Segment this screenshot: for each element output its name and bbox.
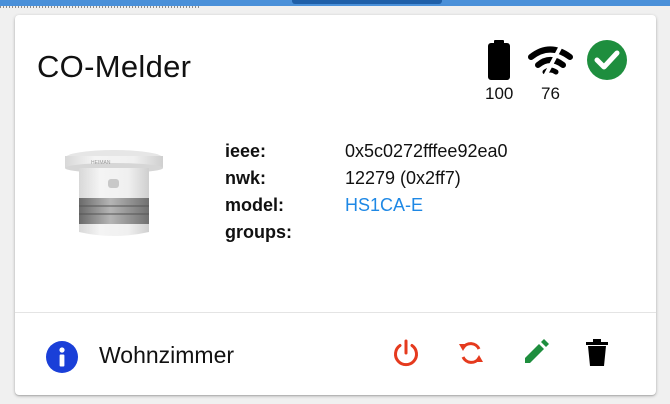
device-name: CO-Melder — [37, 49, 192, 84]
detail-row-nwk: nwk: 12279 (0x2ff7) — [225, 168, 508, 195]
detail-row-model: model: HS1CA-E — [225, 195, 508, 222]
online-status — [586, 39, 628, 81]
battery-full-icon — [488, 40, 510, 80]
rename-button[interactable] — [519, 337, 551, 369]
detail-key: groups: — [225, 222, 292, 242]
trash-icon — [586, 339, 608, 366]
power-icon — [394, 339, 418, 367]
detail-row-ieee: ieee: 0x5c0272fffee92ea0 — [225, 141, 508, 168]
sync-icon — [459, 342, 483, 364]
active-tab-indicator — [292, 0, 442, 4]
info-icon — [46, 341, 78, 373]
reconfigure-button[interactable] — [455, 337, 487, 369]
battery-value: 100 — [485, 84, 514, 103]
detail-row-groups: groups: — [225, 222, 508, 249]
window-top-bar — [0, 0, 670, 8]
pencil-icon — [525, 339, 549, 363]
wifi-signal-icon — [528, 43, 573, 79]
card-footer: Wohnzimmer — [15, 313, 656, 395]
room-label: Wohnzimmer — [99, 342, 235, 368]
model-link[interactable]: HS1CA-E — [345, 195, 423, 222]
smoke-detector-icon: HEIMAN — [65, 150, 163, 236]
delete-button[interactable] — [581, 337, 613, 369]
device-card: CO-Melder 100 76 HEIMAN ieee: 0x5c0272ff… — [15, 15, 656, 395]
info-button[interactable] — [45, 340, 79, 379]
battery-status: 100 — [485, 40, 513, 104]
detail-value: 12279 (0x2ff7) — [345, 168, 461, 188]
detail-key: ieee: — [225, 141, 267, 161]
detail-key: model: — [225, 195, 285, 215]
detail-key: nwk: — [225, 168, 267, 188]
svg-text:HEIMAN: HEIMAN — [91, 160, 111, 166]
link-quality-value: 76 — [541, 84, 560, 103]
dotted-separator — [0, 6, 200, 8]
device-image: HEIMAN — [61, 146, 167, 250]
link-quality-status: 76 — [528, 40, 573, 104]
power-button[interactable] — [390, 337, 422, 369]
check-circle-icon — [587, 40, 627, 80]
device-details: ieee: 0x5c0272fffee92ea0 nwk: 12279 (0x2… — [225, 141, 508, 249]
detail-value: 0x5c0272fffee92ea0 — [345, 141, 508, 161]
